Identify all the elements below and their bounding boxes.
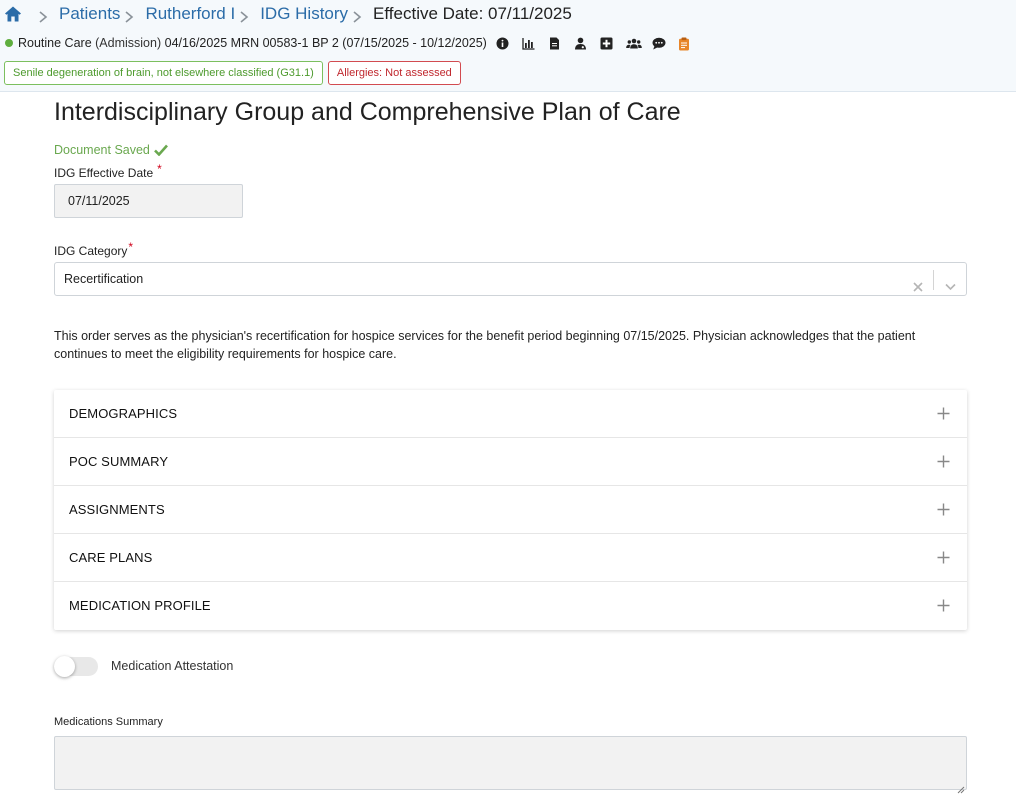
clear-icon[interactable]	[912, 273, 924, 292]
page-title: Interdisciplinary Group and Comprehensiv…	[54, 98, 681, 126]
idg-category-label: IDG Category*	[54, 240, 133, 258]
breadcrumb: Patients Rutherford I IDG History Effect…	[4, 3, 572, 25]
patient-details: 04/16/2025 MRN 00583-1 BP 2 (07/15/2025 …	[164, 36, 487, 50]
admission-label: (Admission)	[95, 36, 162, 50]
chevron-right-icon	[239, 8, 249, 23]
patient-header: Patients Rutherford I IDG History Effect…	[0, 0, 1016, 92]
clipboard-icon[interactable]	[678, 37, 691, 50]
section-assignments[interactable]: ASSIGNMENTS	[54, 486, 967, 534]
required-marker: *	[157, 162, 162, 176]
section-label: POC SUMMARY	[69, 454, 169, 469]
plus-icon[interactable]	[937, 503, 950, 516]
plus-icon[interactable]	[937, 407, 950, 420]
patient-toolbar	[496, 37, 691, 50]
medical-cross-icon[interactable]	[600, 37, 613, 50]
plus-icon[interactable]	[937, 599, 950, 612]
toggle-knob	[54, 656, 75, 677]
effective-date-label-text: IDG Effective Date	[54, 166, 154, 180]
medications-summary-label: Medications Summary	[54, 716, 163, 728]
patient-badges: Senile degeneration of brain, not elsewh…	[4, 61, 461, 85]
comment-icon[interactable]	[652, 37, 666, 50]
group-icon[interactable]	[626, 37, 642, 50]
recertification-note: This order serves as the physician's rec…	[54, 329, 916, 361]
checkmark-icon	[153, 144, 168, 156]
care-level: Routine Care	[18, 36, 92, 50]
info-icon[interactable]	[496, 37, 509, 50]
chevron-right-icon	[38, 8, 48, 23]
plus-icon[interactable]	[937, 551, 950, 564]
status-dot	[5, 39, 13, 47]
home-icon[interactable]	[4, 5, 22, 23]
chevron-right-icon	[124, 8, 134, 23]
section-medication-profile[interactable]: MEDICATION PROFILE	[54, 582, 967, 630]
patient-info-line: Routine Care (Admission) 04/16/2025 MRN …	[5, 34, 691, 52]
chevron-right-icon	[352, 8, 362, 23]
section-care-plans[interactable]: CARE PLANS	[54, 534, 967, 582]
section-demographics[interactable]: DEMOGRAPHICS	[54, 390, 967, 438]
idg-category-label-text: IDG Category	[54, 244, 128, 258]
plan-sections-accordion: DEMOGRAPHICS POC SUMMARY ASSIGNMENTS CAR…	[54, 390, 967, 630]
select-divider	[933, 270, 934, 290]
chart-icon[interactable]	[522, 37, 535, 50]
document-saved-status: Document Saved	[54, 143, 168, 157]
saved-status-text: Document Saved	[54, 143, 150, 157]
resize-grip-icon[interactable]	[957, 781, 965, 794]
medication-attestation-label: Medication Attestation	[111, 659, 234, 673]
effective-date-input[interactable]: 07/11/2025	[54, 184, 243, 218]
allergies-badge[interactable]: Allergies: Not assessed	[327, 61, 461, 85]
section-label: ASSIGNMENTS	[69, 502, 165, 517]
chevron-down-icon[interactable]	[944, 273, 957, 291]
section-label: CARE PLANS	[69, 550, 153, 565]
breadcrumb-current: Effective Date: 07/11/2025	[373, 4, 572, 23]
breadcrumb-patients[interactable]: Patients	[59, 4, 120, 24]
section-poc-summary[interactable]: POC SUMMARY	[54, 438, 967, 486]
breadcrumb-patient-name[interactable]: Rutherford I	[145, 4, 235, 24]
medication-attestation-toggle[interactable]	[54, 656, 98, 677]
required-marker: *	[128, 240, 134, 254]
diagnosis-badge[interactable]: Senile degeneration of brain, not elsewh…	[4, 61, 323, 85]
section-label: DEMOGRAPHICS	[69, 406, 178, 421]
idg-category-value: Recertification	[64, 272, 144, 286]
physician-icon[interactable]	[574, 37, 587, 50]
medications-summary-textarea[interactable]	[54, 736, 967, 790]
breadcrumb-idg-history[interactable]: IDG History	[260, 4, 348, 24]
document-icon[interactable]	[548, 37, 561, 50]
effective-date-label: IDG Effective Date *	[54, 162, 162, 180]
plus-icon[interactable]	[937, 455, 950, 468]
section-label: MEDICATION PROFILE	[69, 598, 211, 613]
idg-category-select[interactable]: Recertification	[54, 262, 967, 296]
